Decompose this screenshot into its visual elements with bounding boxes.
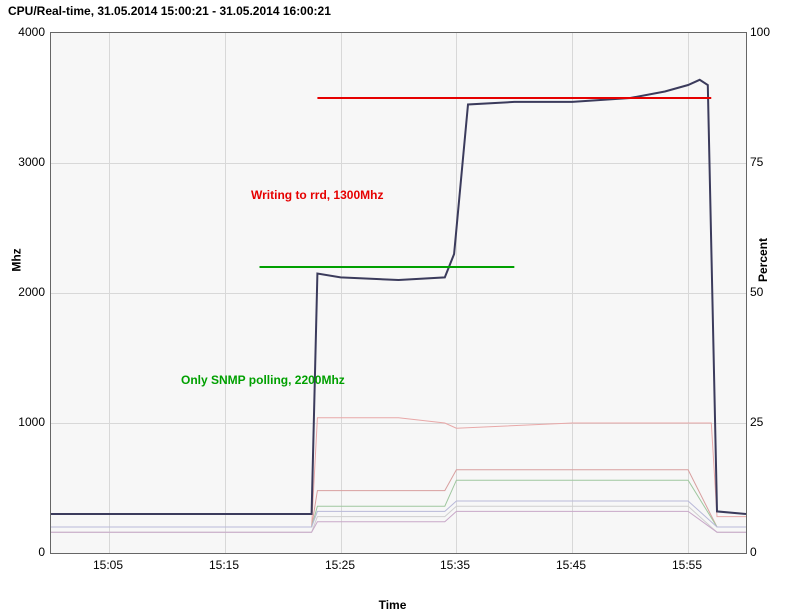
chart-title: CPU/Real-time, 31.05.2014 15:00:21 - 31.… (8, 4, 331, 18)
y-left-tick: 0 (5, 545, 45, 559)
annotation-red: Writing to rrd, 1300Mhz (251, 188, 383, 202)
chart-container: CPU/Real-time, 31.05.2014 15:00:21 - 31.… (0, 0, 785, 616)
y-left-tick: 4000 (5, 25, 45, 39)
x-tick: 15:15 (209, 558, 239, 572)
x-tick: 15:35 (440, 558, 470, 572)
y-right-tick: 0 (750, 545, 757, 559)
x-tick: 15:45 (556, 558, 586, 572)
x-tick: 15:55 (672, 558, 702, 572)
y-right-tick: 100 (750, 25, 770, 39)
y-right-tick: 50 (750, 285, 763, 299)
y-right-tick: 25 (750, 415, 763, 429)
annotation-green: Only SNMP polling, 2200Mhz (181, 373, 345, 387)
y-right-tick: 75 (750, 155, 763, 169)
x-tick: 15:25 (325, 558, 355, 572)
y-left-tick: 3000 (5, 155, 45, 169)
chart-lines (51, 33, 746, 553)
y-left-tick: 1000 (5, 415, 45, 429)
x-axis-label: Time (379, 598, 407, 612)
y-axis-left-label: Mhz (10, 248, 24, 271)
y-left-tick: 2000 (5, 285, 45, 299)
plot-area: Only SNMP polling, 2200Mhz Writing to rr… (50, 32, 747, 554)
x-tick: 15:05 (93, 558, 123, 572)
y-axis-right-label: Percent (756, 238, 770, 282)
